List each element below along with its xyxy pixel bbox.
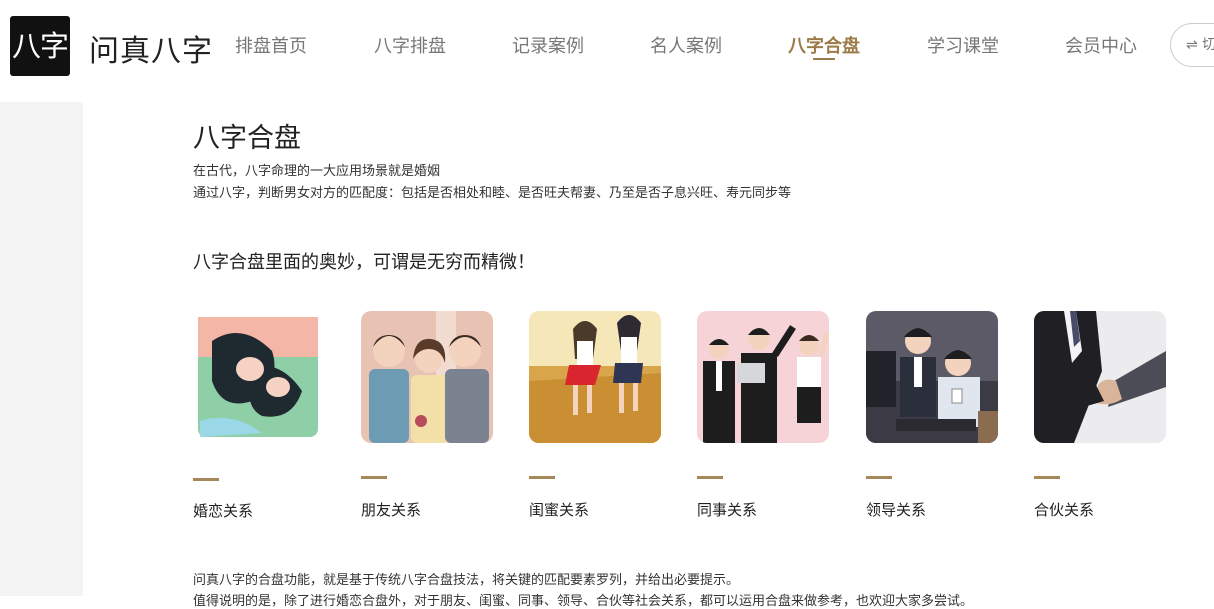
bestfriends-illustration[interactable] (529, 311, 661, 443)
partner-illustration[interactable] (1034, 311, 1166, 443)
nav-records[interactable]: 记录案例 (512, 32, 584, 58)
nav-classroom[interactable]: 学习课堂 (927, 32, 999, 58)
tagline: 八字合盘里面的奥妙，可谓是无穷而精微！ (193, 252, 535, 273)
card-label-romance[interactable]: 婚恋关系 (193, 500, 253, 521)
switch-button[interactable]: ⇌ 切 (1170, 23, 1214, 67)
card-bar (697, 476, 723, 479)
brand-name[interactable]: 问真八字 (89, 26, 213, 70)
card-label-partner[interactable]: 合伙关系 (1034, 499, 1094, 520)
description-line-1: 在古代，八字命理的一大应用场景就是婚姻 (193, 164, 441, 179)
nav-bazi-paipan[interactable]: 八字排盘 (374, 32, 446, 58)
left-gutter (0, 102, 83, 596)
nav-home[interactable]: 排盘首页 (235, 32, 307, 58)
card-bar (1034, 476, 1060, 479)
card-label-bestfriends[interactable]: 闺蜜关系 (529, 499, 589, 520)
card-label-leader[interactable]: 领导关系 (866, 499, 926, 520)
bottom-description-2: 值得说明的是，除了进行婚恋合盘外，对于朋友、闺蜜、同事、领导、合伙等社会关系，都… (193, 594, 974, 609)
card-bar (361, 476, 387, 479)
nav-celebrity-cases[interactable]: 名人案例 (650, 32, 722, 58)
card-bar (529, 476, 555, 479)
card-label-colleagues[interactable]: 同事关系 (697, 499, 757, 520)
top-header: 八字 问真八字 排盘首页 八字排盘 记录案例 名人案例 八字合盘 学习课堂 会员… (0, 0, 1214, 92)
friends-illustration[interactable] (361, 311, 493, 443)
romance-illustration[interactable] (192, 311, 324, 443)
card-bar (866, 476, 892, 479)
nav-member-center[interactable]: 会员中心 (1065, 32, 1137, 58)
colleagues-illustration[interactable] (697, 311, 829, 443)
logo[interactable]: 八字 (10, 16, 70, 76)
bottom-description-1: 问真八字的合盘功能，就是基于传统八字合盘技法，将关键的匹配要素罗列，并给出必要提… (193, 573, 740, 588)
description-line-2: 通过八字，判断男女对方的匹配度：包括是否相处和睦、是否旺夫帮妻、乃至是否子息兴旺… (193, 186, 792, 201)
page-title: 八字合盘 (193, 123, 301, 154)
leader-illustration[interactable] (866, 311, 998, 443)
card-bar (193, 478, 219, 481)
nav-bazi-hepan[interactable]: 八字合盘 (788, 32, 860, 58)
active-nav-underline (813, 58, 835, 60)
card-label-friends[interactable]: 朋友关系 (361, 499, 421, 520)
